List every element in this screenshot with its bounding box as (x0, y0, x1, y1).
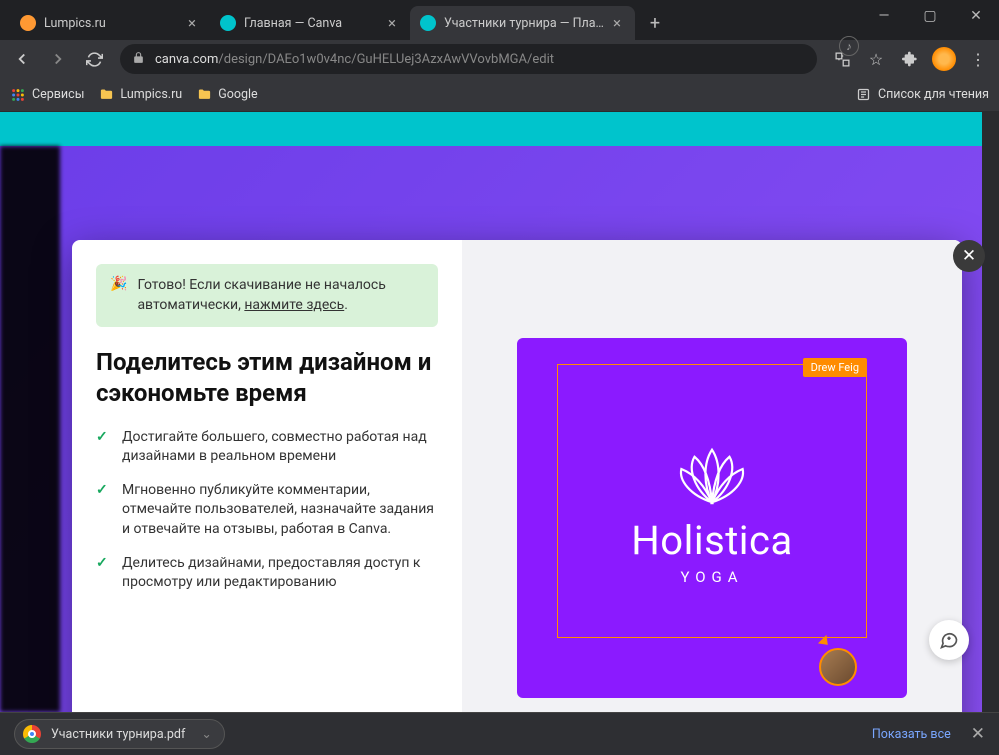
apps-grid-icon (10, 87, 26, 103)
favicon-icon (20, 15, 36, 31)
tab-title: Главная — Canva (244, 16, 384, 31)
canva-header (0, 112, 999, 146)
close-icon[interactable]: × (184, 14, 200, 32)
bookmark-google[interactable]: Google (196, 87, 257, 103)
tab-title: Участники турнира — Плакат (444, 16, 609, 31)
modal-heading: Поделитесь этим дизайном и сэкономьте вр… (96, 347, 438, 409)
url-text: canva.com/design/DAEo1w0v4nc/GuHELUej3Az… (155, 52, 805, 67)
bookmark-lumpics[interactable]: Lumpics.ru (98, 87, 182, 103)
download-ready-notice: 🎉 Готово! Если скачивание не началось ав… (96, 264, 438, 327)
reading-list-button[interactable]: Список для чтения (856, 87, 989, 103)
tab-lumpics[interactable]: Lumpics.ru × (10, 6, 210, 40)
bookmarks-bar: Сервисы Lumpics.ru Google Список для чте… (0, 78, 999, 112)
close-icon[interactable]: × (609, 14, 625, 32)
window-minimize-icon[interactable]: — (861, 8, 907, 24)
new-tab-button[interactable]: + (640, 8, 670, 38)
page-content: ✕ 🎉 Готово! Если скачивание не началось … (0, 112, 999, 712)
benefit-item: ✓ Делитесь дизайнами, предоставляя досту… (96, 554, 438, 593)
window-controls: — ▢ ✕ (861, 0, 999, 32)
bookmark-label: Google (218, 87, 257, 102)
reload-button[interactable] (78, 43, 110, 75)
window-maximize-icon[interactable]: ▢ (907, 8, 953, 24)
collaborator-tag: Drew Feig (803, 358, 867, 377)
folder-icon (98, 87, 114, 103)
bookmark-star-icon[interactable]: ☆ (861, 44, 891, 74)
profile-avatar[interactable] (929, 44, 959, 74)
tab-canva-home[interactable]: Главная — Canva × (210, 6, 410, 40)
close-downloads-bar[interactable]: ✕ (971, 724, 985, 744)
tab-title: Lumpics.ru (44, 16, 184, 31)
bookmark-label: Lumpics.ru (120, 87, 182, 102)
benefit-text: Достигайте большего, совместно работая н… (122, 428, 438, 467)
collaborator-avatar (819, 648, 857, 686)
forward-button[interactable] (42, 43, 74, 75)
back-button[interactable] (6, 43, 38, 75)
chevron-down-icon[interactable]: ⌄ (201, 726, 211, 742)
scrollbar[interactable] (982, 112, 999, 712)
show-all-downloads-link[interactable]: Показать все (872, 727, 951, 742)
benefit-item: ✓ Достигайте большего, совместно работая… (96, 428, 438, 467)
folder-icon (196, 87, 212, 103)
window-close-icon[interactable]: ✕ (953, 8, 999, 24)
reading-list-label: Список для чтения (878, 87, 989, 102)
benefit-text: Делитесь дизайнами, предоставляя доступ … (122, 554, 438, 593)
check-icon: ✓ (96, 554, 112, 593)
tab-canva-design[interactable]: Участники турнира — Плакат × (410, 6, 635, 40)
editor-sidebar (0, 146, 60, 712)
close-icon[interactable]: × (384, 14, 400, 32)
download-filename: Участники турнира.pdf (51, 727, 185, 742)
tab-strip: Lumpics.ru × Главная — Canva × Участники… (0, 0, 999, 40)
benefits-list: ✓ Достигайте большего, совместно работая… (96, 428, 438, 593)
benefit-item: ✓ Мгновенно публикуйте комментарии, отме… (96, 481, 438, 540)
download-here-link[interactable]: нажмите здесь (244, 297, 344, 313)
check-icon: ✓ (96, 481, 112, 540)
download-item[interactable]: Участники турнира.pdf ⌄ (14, 719, 225, 749)
favicon-icon (420, 15, 436, 31)
lock-icon (132, 51, 145, 68)
selection-frame (557, 364, 867, 638)
share-modal: 🎉 Готово! Если скачивание не началось ав… (72, 240, 962, 712)
favicon-icon (220, 15, 236, 31)
modal-preview-panel: Drew Feig Holistica YOGA (462, 240, 962, 712)
apps-shortcut[interactable]: Сервисы (10, 87, 84, 103)
benefit-text: Мгновенно публикуйте комментарии, отмеча… (122, 481, 438, 540)
design-preview: Drew Feig Holistica YOGA (517, 338, 907, 698)
chrome-icon (23, 725, 41, 743)
reading-list-icon (856, 87, 872, 103)
address-bar[interactable]: canva.com/design/DAEo1w0v4nc/GuHELUej3Az… (120, 44, 817, 74)
notice-text: Готово! Если скачивание не началось авто… (137, 276, 424, 315)
extensions-icon[interactable] (895, 44, 925, 74)
menu-icon[interactable]: ⋮ (963, 44, 993, 74)
downloads-bar: Участники турнира.pdf ⌄ Показать все ✕ (0, 712, 999, 755)
comment-fab[interactable] (929, 620, 969, 660)
check-icon: ✓ (96, 428, 112, 467)
party-popper-icon: 🎉 (110, 276, 127, 315)
modal-left-panel: 🎉 Готово! Если скачивание не началось ав… (72, 240, 462, 712)
modal-close-button[interactable]: ✕ (953, 240, 985, 272)
bookmark-label: Сервисы (32, 87, 84, 102)
media-control-icon[interactable]: ♪ (839, 36, 859, 56)
